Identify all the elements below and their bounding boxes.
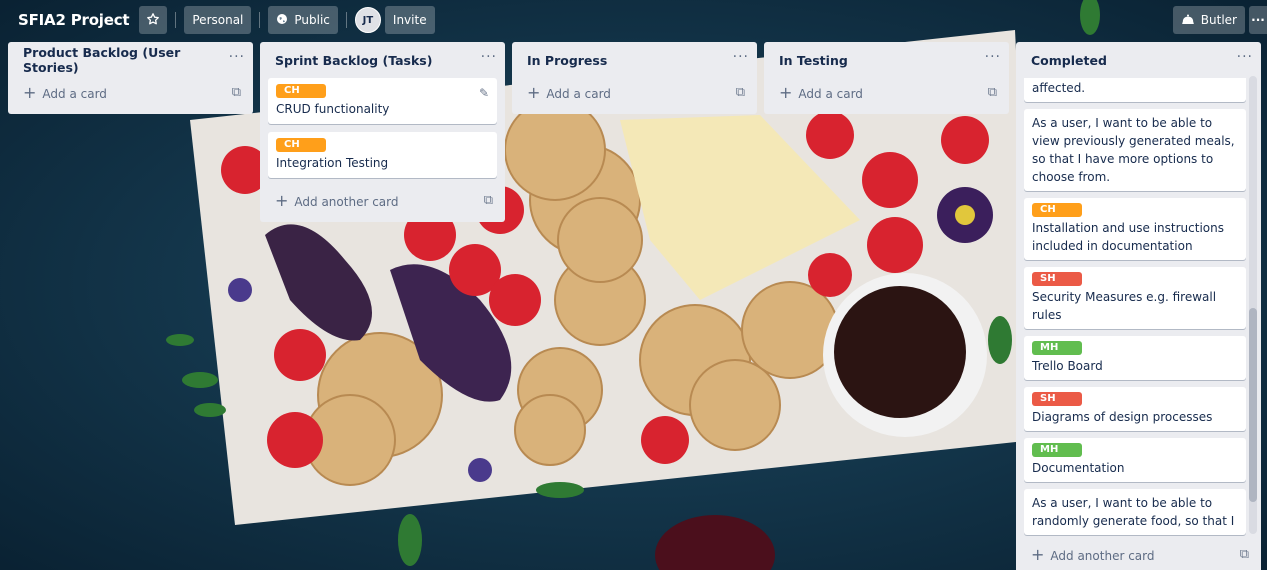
card-title: Diagrams of design processes — [1032, 410, 1213, 424]
list-menu-icon[interactable]: ··· — [229, 50, 245, 68]
list-sprint-backlog: Sprint Backlog (Tasks) ··· CH CRUD funct… — [260, 42, 505, 222]
list-in-testing: In Testing ··· + Add a card ⧉ — [764, 42, 1009, 114]
card-title: Trello Board — [1032, 359, 1103, 373]
header-divider — [259, 12, 261, 28]
card-label: MH — [1032, 341, 1082, 355]
header-divider — [175, 12, 177, 28]
globe-icon — [276, 13, 288, 28]
star-icon — [146, 12, 160, 29]
pencil-icon[interactable]: ✎ — [479, 84, 489, 102]
list-title[interactable]: Sprint Backlog (Tasks) — [275, 53, 432, 68]
card-title: that my user-experience is not affected. — [1032, 81, 1086, 95]
list-in-progress: In Progress ··· + Add a card ⧉ — [512, 42, 757, 114]
card-label: SH — [1032, 272, 1082, 286]
list-title[interactable]: Completed — [1031, 53, 1107, 68]
list-header: In Progress ··· — [512, 42, 757, 78]
card-title: Security Measures e.g. firewall rules — [1032, 290, 1217, 322]
card-integration-testing[interactable]: CH Integration Testing — [268, 132, 497, 178]
plus-icon: + — [275, 190, 289, 210]
card-user-story-partial[interactable]: that my user-experience is not affected. — [1024, 78, 1246, 102]
card-crud-functionality[interactable]: CH CRUD functionality ✎ — [268, 78, 497, 124]
card-title: Integration Testing — [276, 156, 389, 170]
show-menu-button[interactable]: ··· — [1249, 6, 1267, 34]
star-button[interactable] — [139, 6, 168, 34]
card-trello-board[interactable]: MH Trello Board — [1024, 336, 1246, 380]
board-title[interactable]: SFIA2 Project — [8, 6, 139, 34]
list-header: Product Backlog (User Stories) ··· — [8, 42, 253, 78]
plus-icon: + — [1031, 544, 1045, 564]
card-title: CRUD functionality — [276, 102, 390, 116]
add-card-label: Add another card — [1050, 548, 1155, 563]
card-label: CH — [276, 138, 326, 152]
card-label: CH — [276, 84, 326, 98]
card-design-diagrams[interactable]: SH Diagrams of design processes — [1024, 387, 1246, 431]
add-card-button[interactable]: + Add a card ⧉ — [16, 78, 245, 106]
plus-icon: + — [779, 82, 793, 102]
add-card-label: Add a card — [798, 86, 863, 101]
list-completed: Completed ··· that my user-experience is… — [1016, 42, 1261, 570]
team-label: Personal — [192, 13, 244, 27]
avatar[interactable]: JT — [354, 7, 381, 33]
add-card-button[interactable]: + Add a card ⧉ — [520, 78, 749, 106]
card-view-previous-meals[interactable]: As a user, I want to be able to view pre… — [1024, 109, 1246, 191]
team-button[interactable]: Personal — [184, 6, 252, 34]
board-header: SFIA2 Project Personal Public JT Invite … — [0, 0, 1267, 40]
visibility-button[interactable]: Public — [268, 6, 338, 34]
add-card-label: Add another card — [294, 194, 399, 209]
list-header: Sprint Backlog (Tasks) ··· — [260, 42, 505, 78]
card-security-measures[interactable]: SH Security Measures e.g. firewall rules — [1024, 267, 1246, 329]
list-menu-icon[interactable]: ··· — [481, 50, 497, 68]
list-title[interactable]: In Testing — [779, 53, 848, 68]
card-title: As a user, I want to be able to randomly… — [1032, 496, 1235, 528]
invite-button[interactable]: Invite — [384, 6, 435, 34]
butler-icon — [1181, 13, 1195, 28]
butler-label: Butler — [1200, 13, 1237, 27]
card-template-icon[interactable]: ⧉ — [1240, 547, 1249, 562]
list-cards-scroll: that my user-experience is not affected.… — [1024, 78, 1246, 536]
add-card-button[interactable]: + Add another card ⧉ — [1024, 540, 1253, 568]
list-menu-icon[interactable]: ··· — [733, 50, 749, 68]
butler-button[interactable]: Butler — [1172, 6, 1245, 34]
scrollbar-thumb[interactable] — [1249, 308, 1257, 502]
list-scrollbar[interactable] — [1249, 76, 1257, 534]
add-card-button[interactable]: + Add another card ⧉ — [268, 186, 497, 214]
list-cards: that my user-experience is not affected.… — [1016, 78, 1261, 536]
card-template-icon[interactable]: ⧉ — [232, 85, 241, 100]
card-documentation[interactable]: MH Documentation — [1024, 438, 1246, 482]
add-card-button[interactable]: + Add a card ⧉ — [772, 78, 1001, 106]
list-menu-icon[interactable]: ··· — [1237, 50, 1253, 68]
card-title: Installation and use instructions includ… — [1032, 221, 1224, 253]
card-label: SH — [1032, 392, 1082, 406]
list-product-backlog: Product Backlog (User Stories) ··· + Add … — [8, 42, 253, 114]
list-header: Completed ··· — [1016, 42, 1261, 78]
list-title[interactable]: Product Backlog (User Stories) — [23, 45, 229, 75]
card-template-icon[interactable]: ⧉ — [988, 85, 997, 100]
card-random-food[interactable]: As a user, I want to be able to randomly… — [1024, 489, 1246, 535]
list-cards: CH CRUD functionality ✎ CH Integration T… — [260, 78, 505, 186]
card-label: MH — [1032, 443, 1082, 457]
card-title: Documentation — [1032, 461, 1125, 475]
list-title[interactable]: In Progress — [527, 53, 607, 68]
card-title: As a user, I want to be able to view pre… — [1032, 116, 1235, 184]
header-divider — [345, 12, 347, 28]
card-template-icon[interactable]: ⧉ — [736, 85, 745, 100]
card-template-icon[interactable]: ⧉ — [484, 193, 493, 208]
header-right: Butler ··· — [1172, 6, 1267, 34]
list-menu-icon[interactable]: ··· — [985, 50, 1001, 68]
invite-label: Invite — [392, 13, 427, 27]
plus-icon: + — [527, 82, 541, 102]
card-installation-instructions[interactable]: CH Installation and use instructions inc… — [1024, 198, 1246, 260]
visibility-label: Public — [294, 13, 330, 27]
list-header: In Testing ··· — [764, 42, 1009, 78]
plus-icon: + — [23, 82, 37, 102]
add-card-label: Add a card — [42, 86, 107, 101]
add-card-label: Add a card — [546, 86, 611, 101]
card-label: CH — [1032, 203, 1082, 217]
